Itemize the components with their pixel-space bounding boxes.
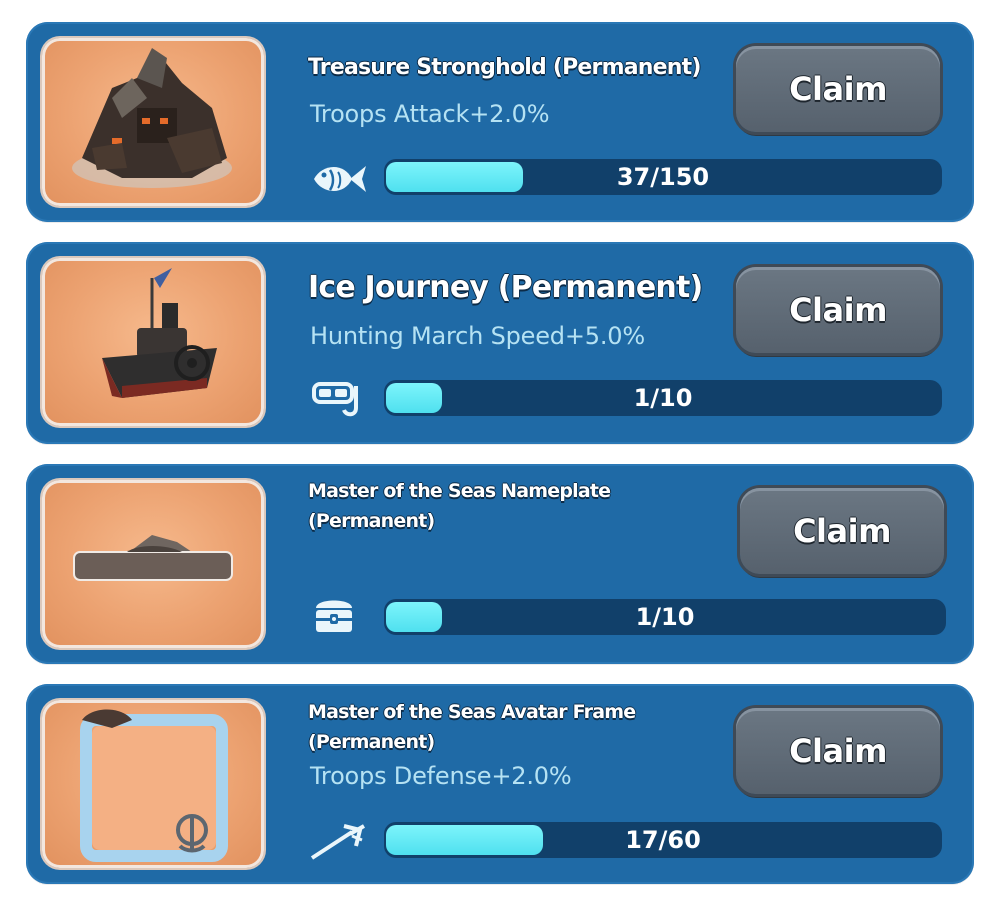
task-title: Treasure Stronghold (Permanent): [308, 55, 701, 80]
avatar-frame-image: [42, 700, 264, 868]
task-card-nameplate: Master of the Seas Nameplate (Permanent)…: [26, 464, 974, 664]
progress-text: 17/60: [625, 826, 701, 854]
claim-button[interactable]: Claim: [740, 488, 944, 574]
ship-illustration: [102, 268, 217, 398]
task-card-avatar-frame: Master of the Seas Avatar Frame (Permane…: [26, 684, 974, 884]
task-bonus: Troops Attack+2.0%: [310, 100, 550, 128]
task-bonus: Hunting March Speed+5.0%: [310, 322, 645, 350]
task-card-treasure-stronghold: Treasure Stronghold (Permanent) Troops A…: [26, 22, 974, 222]
claim-button[interactable]: Claim: [736, 708, 940, 794]
nameplate-image: [42, 480, 264, 648]
task-bonus: Troops Defense+2.0%: [310, 762, 572, 790]
avatar-frame-illustration: [80, 709, 228, 862]
task-title: Ice Journey (Permanent): [308, 270, 703, 305]
progress-bar: 1/10: [384, 380, 942, 416]
task-title-line2: (Permanent): [308, 510, 435, 532]
progress-bar: 37/150: [384, 159, 942, 195]
progress-text: 1/10: [635, 603, 695, 631]
nameplate-illustration: [73, 535, 233, 581]
trident-icon: [308, 820, 368, 862]
diving-mask-icon: [308, 378, 368, 420]
task-title-line2: (Permanent): [308, 731, 435, 753]
task-card-ice-journey: Ice Journey (Permanent) Hunting March Sp…: [26, 242, 974, 444]
treasure-chest-icon: [308, 594, 368, 636]
fortress-illustration: [72, 48, 232, 188]
treasure-stronghold-image: [42, 38, 264, 206]
task-title-line1: Master of the Seas Avatar Frame: [308, 701, 636, 723]
task-title-line1: Master of the Seas Nameplate: [308, 480, 611, 502]
fish-icon: [308, 158, 368, 200]
progress-bar: 17/60: [384, 822, 942, 858]
progress-text: 1/10: [633, 384, 693, 412]
ice-journey-image: [42, 258, 264, 426]
progress-bar: 1/10: [384, 599, 946, 635]
progress-text: 37/150: [616, 163, 710, 191]
claim-button[interactable]: Claim: [736, 267, 940, 353]
claim-button[interactable]: Claim: [736, 46, 940, 132]
